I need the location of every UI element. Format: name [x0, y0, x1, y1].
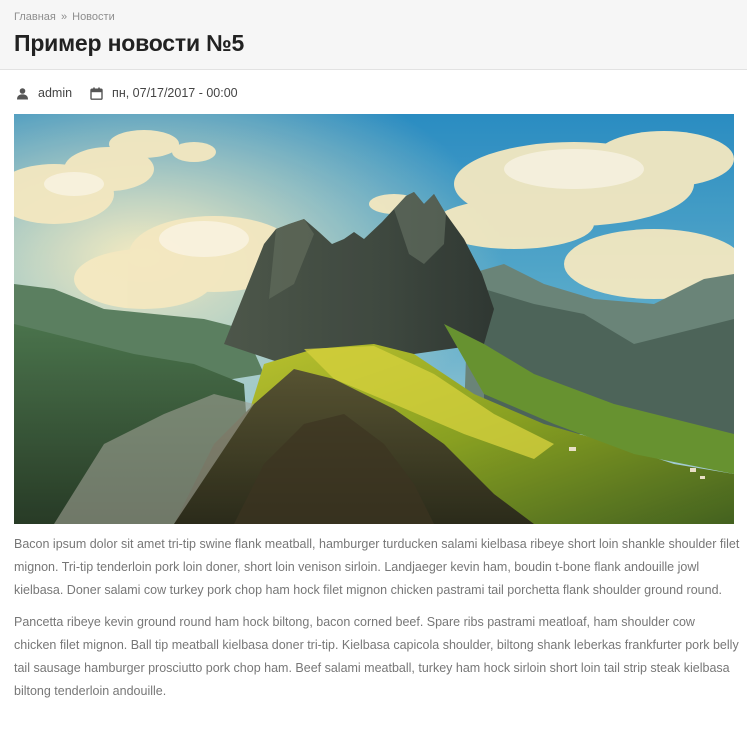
calendar-icon	[90, 87, 103, 100]
breadcrumb-separator: »	[60, 11, 68, 23]
mountain-landscape-image	[14, 114, 734, 524]
breadcrumb-news-link[interactable]: Новости	[72, 11, 115, 23]
publish-date: пн, 07/17/2017 - 00:00	[112, 86, 238, 100]
user-icon	[16, 87, 29, 100]
breadcrumb-home-link[interactable]: Главная	[14, 11, 56, 23]
article-paragraph: Pancetta ribeye kevin ground round ham h…	[14, 615, 739, 698]
page-title: Пример новости №5	[14, 30, 245, 56]
article-paragraph: Bacon ipsum dolor sit amet tri-tip swine…	[14, 537, 740, 597]
page-header: Главная » Новости Пример новости №5	[0, 0, 747, 70]
author-name: admin	[38, 86, 73, 100]
article-body: Bacon ipsum dolor sit amet tri-tip swine…	[14, 533, 740, 712]
breadcrumb: Главная » Новости	[14, 11, 115, 23]
article-meta: admin пн, 07/17/2017 - 00:00	[16, 84, 238, 102]
